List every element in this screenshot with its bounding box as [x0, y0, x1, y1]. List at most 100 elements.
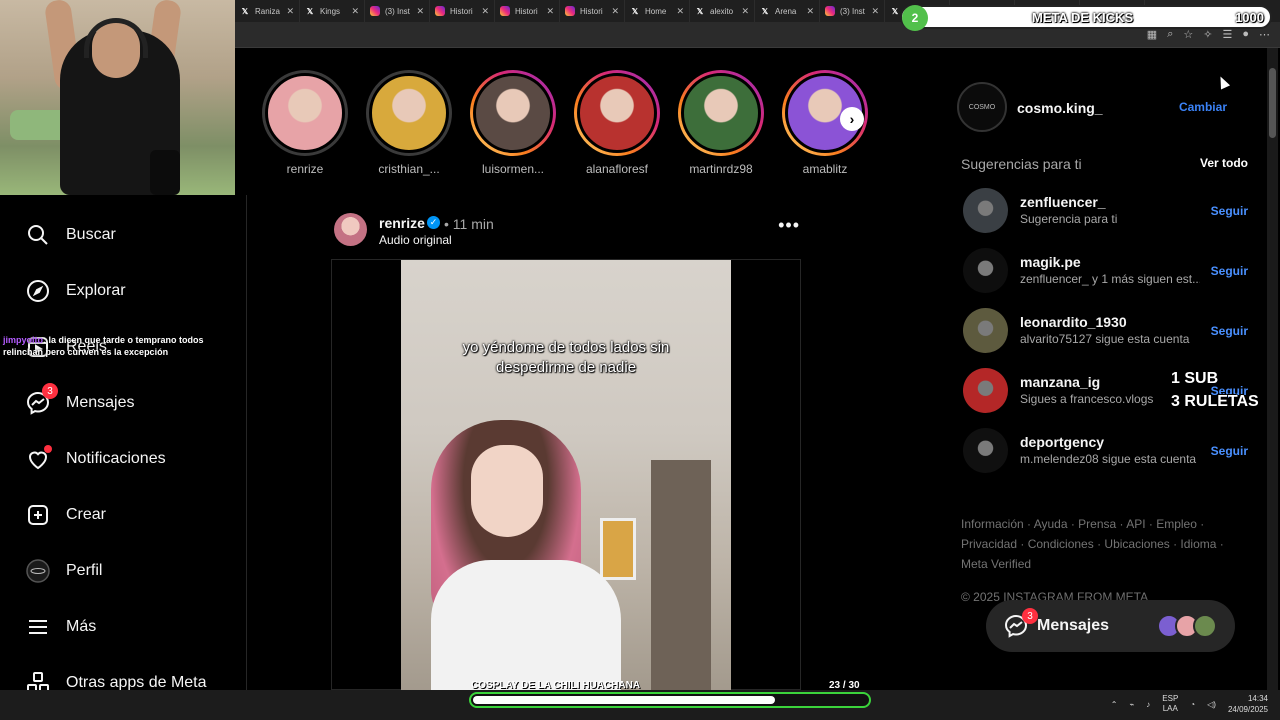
suggestion-item: magik.pe zenfluencer_ y 1 más siguen est.… — [963, 248, 1248, 294]
post-audio-link[interactable]: Audio original — [379, 233, 452, 247]
suggestion-username[interactable]: manzana_ig — [1020, 374, 1100, 390]
browser-tab[interactable]: Histori ✕ — [430, 0, 495, 22]
browser-tab[interactable]: Histori ✕ — [560, 0, 625, 22]
story-item[interactable]: cristhian_... — [366, 70, 452, 176]
story-item[interactable]: luisormen... — [470, 70, 556, 176]
wifi-icon[interactable]: ◔ — [1190, 700, 1195, 709]
story-item[interactable]: alanafloresf — [574, 70, 660, 176]
close-icon[interactable]: ✕ — [286, 6, 294, 17]
messages-floating-button[interactable]: 3 Mensajes — [986, 600, 1235, 652]
close-icon[interactable]: ✕ — [676, 6, 684, 17]
close-icon[interactable]: ✕ — [871, 6, 879, 17]
close-icon[interactable]: ✕ — [416, 6, 424, 17]
close-icon[interactable]: ✕ — [611, 6, 619, 17]
post-author-avatar[interactable] — [334, 213, 367, 246]
language-indicator[interactable]: ESP LAA — [1162, 694, 1178, 714]
dm-avatar — [1193, 614, 1217, 638]
story-username: amablitz — [802, 162, 848, 176]
more-options-icon[interactable]: ••• — [778, 215, 800, 236]
story-item[interactable]: renrize — [262, 70, 348, 176]
suggestion-username[interactable]: deportgency — [1020, 434, 1104, 450]
network-icon[interactable]: ⌁ — [1129, 700, 1134, 709]
page-scrollbar[interactable] — [1267, 48, 1278, 690]
browser-tab[interactable]: Histori ✕ — [495, 0, 560, 22]
profile-avatar-icon[interactable]: ● — [1242, 28, 1249, 41]
nav-profile[interactable]: Perfil — [26, 559, 102, 583]
story-username: alanafloresf — [585, 162, 649, 176]
stream-chat-message: jimpyolto: la dicen que tarde o temprano… — [3, 334, 243, 358]
suggestion-avatar[interactable] — [963, 248, 1008, 293]
close-icon[interactable]: ✕ — [741, 6, 749, 17]
suggestion-subtitle: alvarito75127 sigue esta cuenta — [1020, 332, 1190, 346]
browser-tab[interactable]: 𝕏 Home ✕ — [625, 0, 690, 22]
browser-tab[interactable]: 𝕏 Kings ✕ — [300, 0, 365, 22]
nav-more[interactable]: Más — [26, 615, 96, 639]
kick-goal-bar: 2 META DE KICKS 1000 — [900, 5, 1272, 31]
suggestion-username[interactable]: zenfluencer_ — [1020, 194, 1106, 210]
close-icon[interactable]: ✕ — [481, 6, 489, 17]
nav-more-label: Más — [66, 618, 97, 635]
footer-links[interactable]: Información · Ayuda · Prensa · API · Emp… — [961, 514, 1241, 574]
browser-tab[interactable]: (3) Inst ✕ — [365, 0, 430, 22]
nav-messages[interactable]: 3 Mensajes — [26, 383, 134, 415]
switch-account-button[interactable]: Cambiar — [1179, 100, 1227, 114]
apps-icon[interactable]: ▦ — [1147, 28, 1157, 41]
instagram-icon — [500, 6, 510, 16]
nav-create[interactable]: Crear — [26, 503, 106, 527]
follow-button[interactable]: Seguir — [1211, 204, 1248, 218]
close-icon[interactable]: ✕ — [546, 6, 554, 17]
suggestions-header: Sugerencias para ti Ver todo — [961, 156, 1248, 172]
tab-label: Arena — [775, 6, 797, 16]
zoom-icon[interactable]: ⌕ — [1167, 28, 1173, 41]
follow-button[interactable]: Seguir — [1211, 444, 1248, 458]
chevron-up-icon[interactable]: ⌃ — [1111, 700, 1118, 709]
nav-search[interactable]: Buscar — [26, 223, 116, 247]
current-account-avatar[interactable]: COSMO — [957, 82, 1007, 132]
scrollbar-thumb[interactable] — [1269, 68, 1276, 138]
volume-icon[interactable]: ◁) — [1207, 700, 1216, 709]
follow-button[interactable]: Seguir — [1211, 264, 1248, 278]
messages-pill-avatars — [1157, 614, 1217, 638]
suggestion-avatar[interactable] — [963, 368, 1008, 413]
progress-count: 23 / 30 — [829, 680, 860, 691]
story-ring — [574, 70, 660, 156]
story-ring — [470, 70, 556, 156]
current-account-username[interactable]: cosmo.king_ — [1017, 100, 1103, 116]
close-icon[interactable]: ✕ — [806, 6, 814, 17]
suggestion-username[interactable]: leonardito_1930 — [1020, 314, 1127, 330]
follow-button[interactable]: Seguir — [1211, 324, 1248, 338]
nav-create-label: Crear — [66, 506, 107, 523]
close-icon[interactable]: ✕ — [351, 6, 359, 17]
story-username: martinrdz98 — [689, 162, 753, 176]
browser-tab[interactable]: 𝕏 Arena ✕ — [755, 0, 820, 22]
x-icon: 𝕏 — [891, 6, 899, 16]
reel-video[interactable]: yo yéndome de todos lados sin despedirme… — [401, 260, 731, 691]
nav-notifications[interactable]: Notificaciones — [26, 445, 166, 471]
messenger-icon: 3 — [26, 383, 58, 415]
clock-time: 14:34 — [1247, 694, 1268, 703]
stories-next-button[interactable]: › — [840, 107, 864, 131]
browser-tab[interactable]: 𝕏alexito ✕ — [690, 0, 755, 22]
post-media[interactable]: yo yéndome de todos lados sin despedirme… — [331, 259, 801, 691]
story-item[interactable]: martinrdz98 — [678, 70, 764, 176]
favorites-list-icon[interactable]: ☰ — [1222, 28, 1232, 41]
suggestion-avatar[interactable] — [963, 428, 1008, 473]
story-avatar — [681, 73, 761, 153]
instagram-icon — [825, 6, 835, 16]
browser-menu-icon[interactable]: ⋯ — [1259, 28, 1270, 41]
x-icon: 𝕏 — [306, 6, 314, 16]
see-all-button[interactable]: Ver todo — [1200, 156, 1248, 170]
suggestion-avatar[interactable] — [963, 188, 1008, 233]
suggestion-avatar[interactable] — [963, 308, 1008, 353]
taskbar-clock[interactable]: 14:34 24/09/2025 — [1228, 693, 1268, 715]
microphone-icon[interactable]: ♪ — [1146, 700, 1150, 709]
post-author-username[interactable]: renrize — [379, 215, 425, 231]
goal-max: 1000 — [1235, 10, 1264, 25]
favorite-star-icon[interactable]: ☆ — [1183, 28, 1193, 41]
nav-explore[interactable]: Explorar — [26, 279, 126, 303]
extensions-icon[interactable]: ✧ — [1203, 28, 1212, 41]
video-door — [651, 460, 711, 691]
browser-tab[interactable]: 𝕏 Raniza ✕ — [235, 0, 300, 22]
browser-tab[interactable]: (3) Inst ✕ — [820, 0, 885, 22]
suggestion-username[interactable]: magik.pe — [1020, 254, 1081, 270]
